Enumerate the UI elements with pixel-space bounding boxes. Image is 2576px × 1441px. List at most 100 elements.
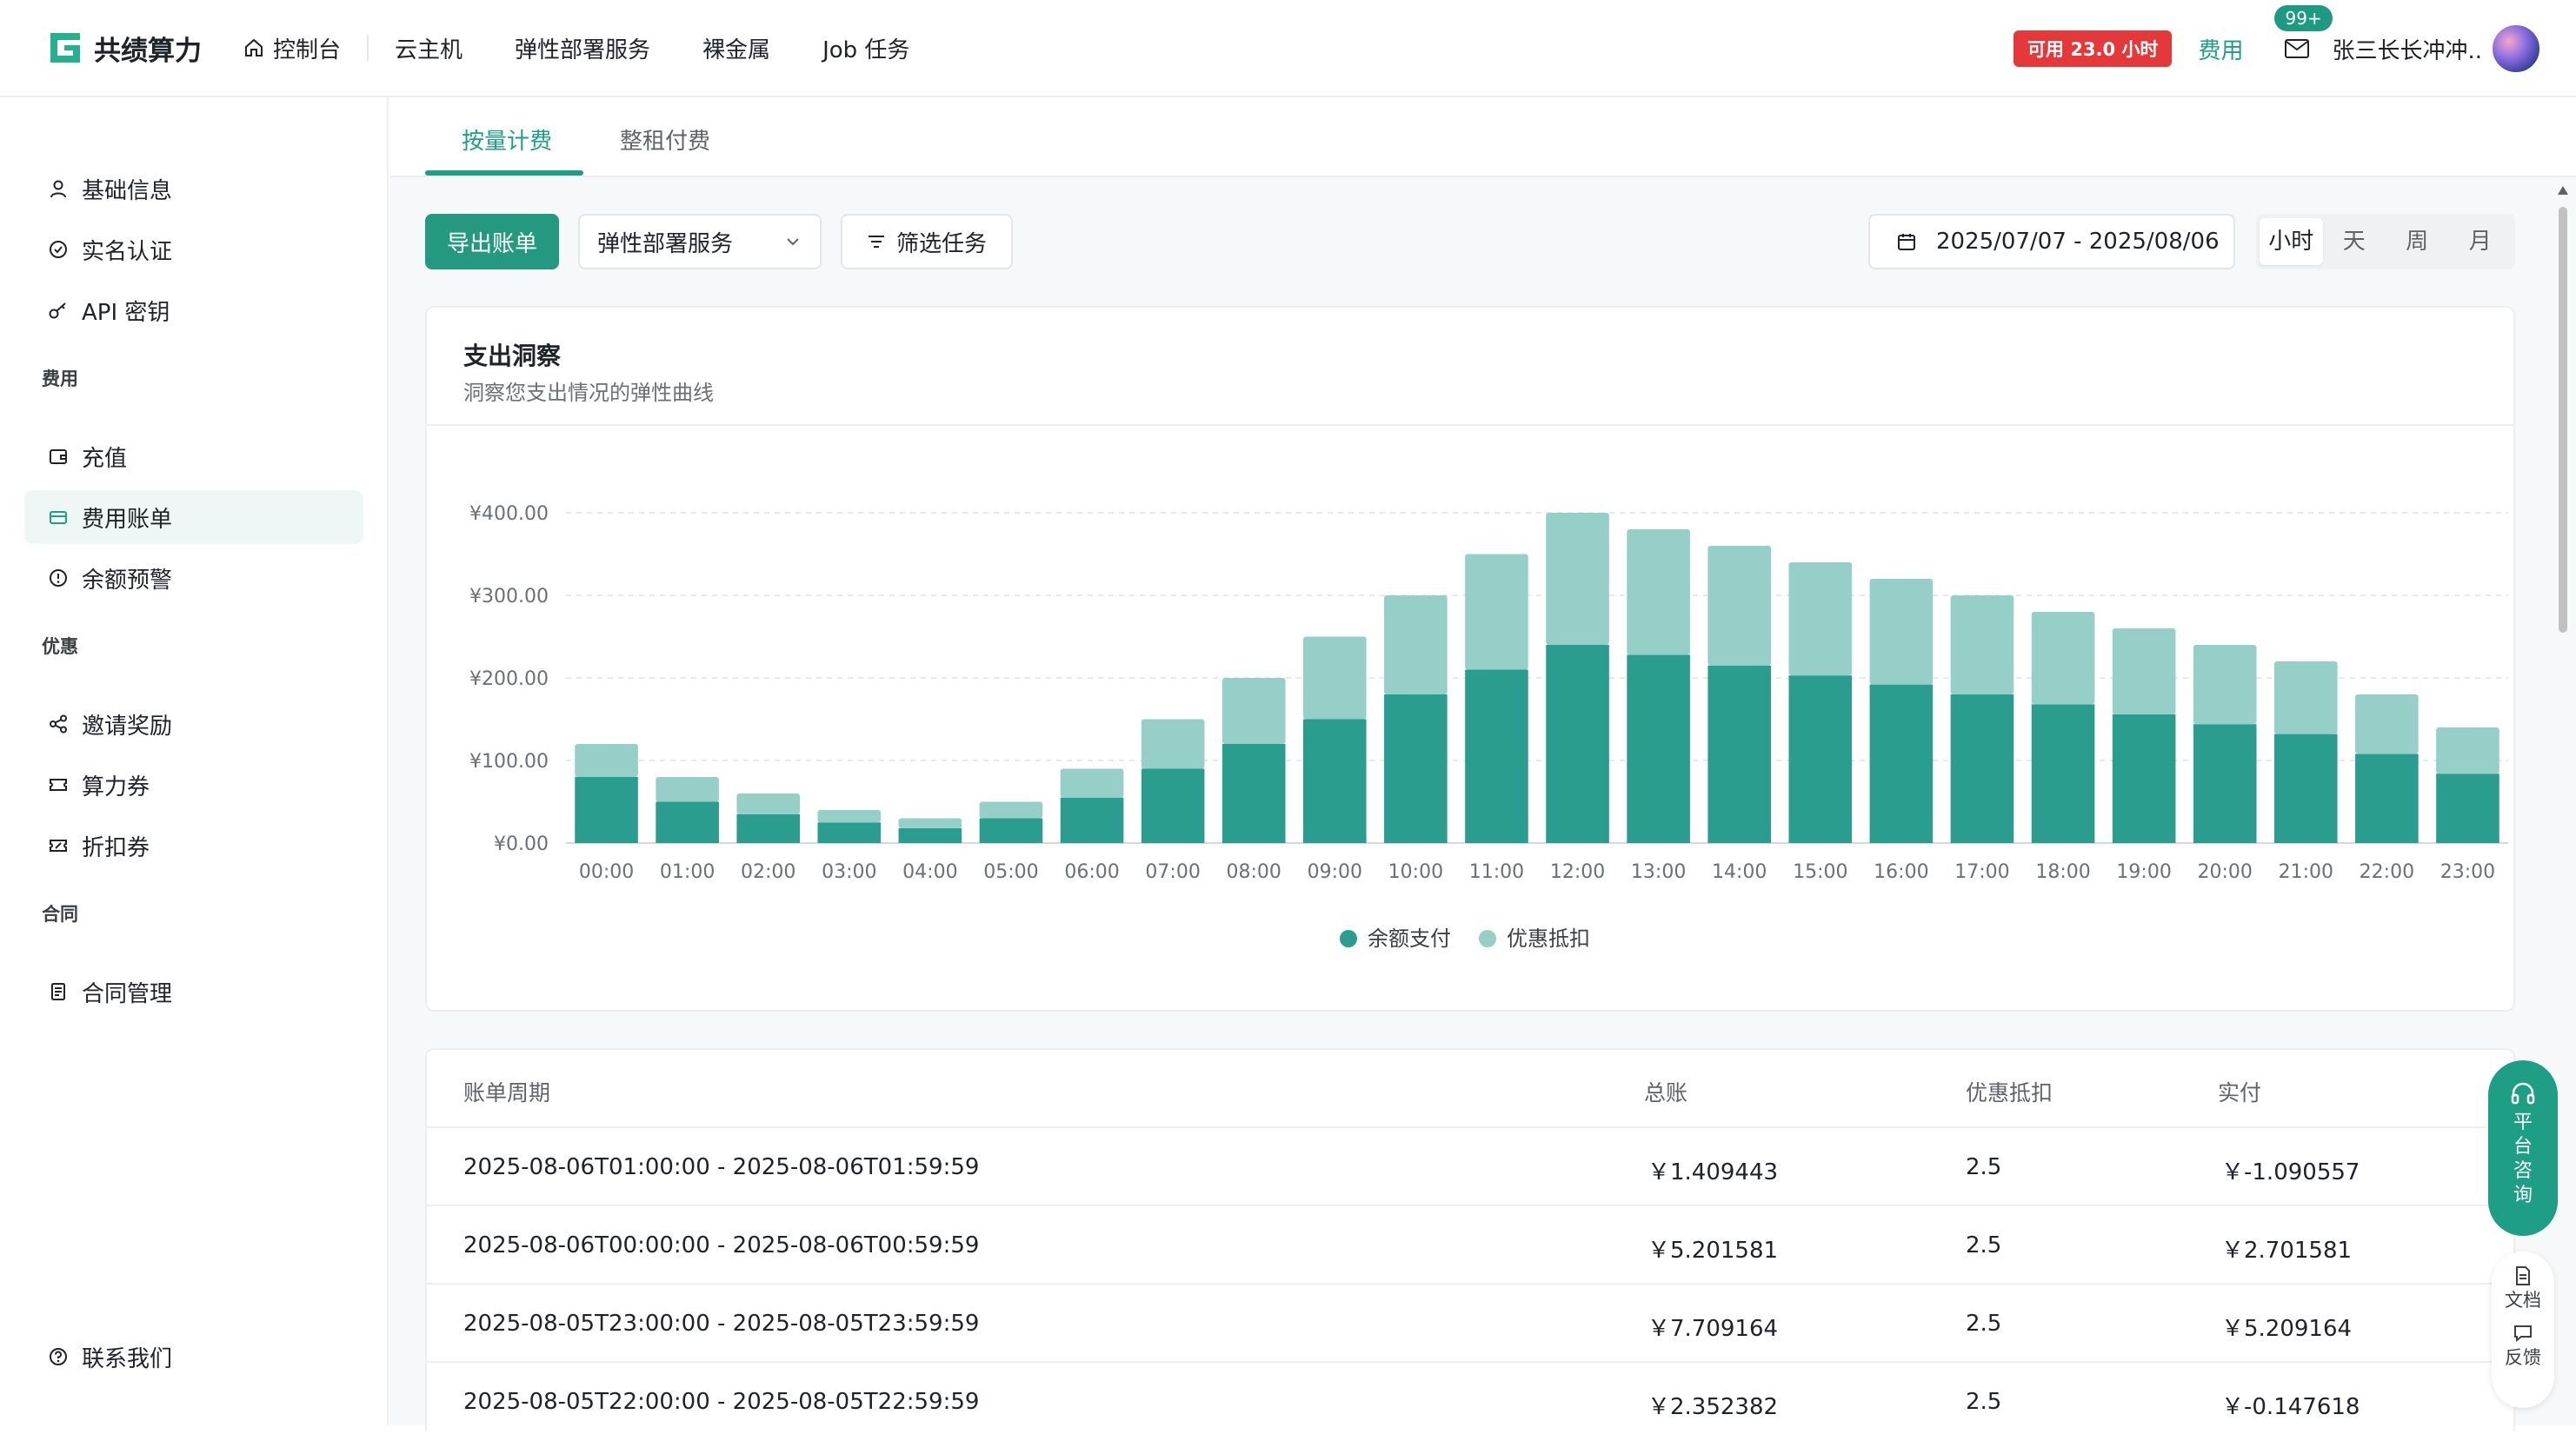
billing-tabs: 按量计费 整租付费 [390, 97, 2576, 177]
scroll-thumb[interactable] [2559, 207, 2567, 633]
logo-text: 共绩算力 [94, 35, 202, 67]
x-tick-label: 22:00 [2360, 861, 2414, 883]
bar-discount [1465, 554, 1528, 670]
docs-button[interactable]: 文档 [2505, 1265, 2541, 1312]
nav-job-tasks[interactable]: Job 任务 [796, 30, 935, 65]
logo[interactable]: 共绩算力 [47, 29, 202, 68]
cell-period: 2025-08-06T00:00:00 - 2025-08-06T00:59:5… [463, 1232, 980, 1258]
y-tick-label: ¥400.00 [469, 503, 549, 525]
granularity-hour[interactable]: 小时 [2260, 218, 2323, 265]
cell-total: ￥7.709164 [1647, 1316, 1779, 1342]
available-hours-badge[interactable]: 可用 23.0 小时 [2014, 30, 2173, 67]
fee-link[interactable]: 费用 [2198, 33, 2243, 65]
bar-balance-payment [979, 818, 1043, 843]
sidebar-item-verification[interactable]: 实名认证 [24, 222, 363, 276]
sidebar-item-invite-rewards[interactable]: 邀请奖励 [24, 697, 363, 751]
calendar-icon [1898, 234, 1915, 250]
granularity-month[interactable]: 月 [2449, 218, 2513, 265]
avatar[interactable] [2491, 23, 2541, 74]
sidebar-item-balance-alert[interactable]: 余额预警 [24, 551, 363, 605]
filter-tasks-button[interactable]: 筛选任务 [841, 214, 1013, 269]
bar-balance-payment [817, 822, 882, 843]
tab-full-rental[interactable]: 整租付费 [620, 123, 710, 156]
sidebar-item-basic-info[interactable]: 基础信息 [24, 162, 363, 216]
consult-char: 平 [2513, 1112, 2533, 1133]
bar-discount [656, 777, 719, 802]
bar-discount [2355, 694, 2419, 754]
home-icon [245, 38, 263, 56]
sidebar-item-label: 实名认证 [82, 238, 173, 265]
page-scrollbar[interactable] [2556, 181, 2570, 1425]
bar-discount [1950, 595, 2014, 694]
sidebar-group-promo: 优惠 [42, 636, 78, 657]
cell-discount: 2.5 [1966, 1154, 2002, 1180]
table-row[interactable]: 2025-08-05T23:00:00 - 2025-08-05T23:59:5… [427, 1285, 2513, 1363]
bar-discount [2436, 727, 2499, 774]
sidebar-item-contact-us[interactable]: 联系我们 [24, 1330, 363, 1384]
tab-pay-as-you-go[interactable]: 按量计费 [462, 123, 552, 156]
table-row[interactable]: 2025-08-06T00:00:00 - 2025-08-06T00:59:5… [427, 1206, 2513, 1285]
legend-marker-balance [1340, 930, 1357, 947]
sidebar-item-compute-voucher[interactable]: 算力券 [24, 758, 363, 812]
bar-balance-payment [2355, 754, 2419, 843]
bar-balance-payment [1950, 694, 2014, 843]
document-icon [2516, 1266, 2530, 1285]
nav-console-label: 控制台 [273, 37, 342, 63]
sidebar-item-api-key[interactable]: API 密钥 [24, 283, 363, 337]
wallet-icon [50, 449, 67, 464]
export-bill-button[interactable]: 导出账单 [425, 214, 559, 269]
bar-discount [1384, 595, 1448, 694]
scroll-up-arrow-icon[interactable] [2558, 186, 2568, 195]
floating-tools: 文档 反馈 [2492, 1252, 2554, 1408]
column-header-discount: 优惠抵扣 [1966, 1080, 2053, 1106]
check-circle-icon [50, 241, 67, 258]
bar-balance-payment [2112, 714, 2176, 843]
nav-bare-metal[interactable]: 裸金属 [676, 30, 796, 65]
granularity-day[interactable]: 天 [2323, 218, 2386, 265]
active-tab-indicator [425, 170, 583, 176]
y-tick-label: ¥200.00 [469, 668, 549, 690]
cell-period: 2025-08-05T22:00:00 - 2025-08-05T22:59:5… [463, 1389, 980, 1415]
mail-count-badge: 99+ [2274, 5, 2333, 31]
granularity-week[interactable]: 周 [2386, 218, 2449, 265]
bar-balance-payment [736, 813, 801, 843]
bar-balance-payment [2193, 724, 2257, 843]
x-tick-label: 13:00 [1631, 861, 1686, 883]
bar-discount [1060, 768, 1124, 798]
nav-cloud-host[interactable]: 云主机 [369, 30, 489, 65]
main-nav: 控制台 云主机 弹性部署服务 裸金属 Job 任务 [243, 30, 935, 65]
service-select[interactable]: 弹性部署服务 [578, 214, 822, 269]
x-tick-label: 04:00 [902, 861, 957, 883]
cell-period: 2025-08-05T23:00:00 - 2025-08-05T23:59:5… [463, 1311, 980, 1337]
cell-period: 2025-08-06T01:00:00 - 2025-08-06T01:59:5… [463, 1154, 980, 1180]
bar-balance-payment [2436, 774, 2499, 843]
nav-elastic-deploy[interactable]: 弹性部署服务 [489, 30, 676, 65]
user-name[interactable]: 张三长长冲冲.. [2332, 33, 2482, 65]
mail-button[interactable]: 99+ [2274, 5, 2333, 64]
sidebar-item-discount-voucher[interactable]: 折扣券 [24, 819, 363, 873]
sidebar-item-label: 余额预警 [82, 567, 173, 594]
bar-balance-payment [1869, 684, 1934, 843]
bar-balance-payment [1384, 694, 1448, 843]
table-row[interactable]: 2025-08-05T22:00:00 - 2025-08-05T22:59:5… [427, 1363, 2513, 1441]
sidebar-item-contract-management[interactable]: 合同管理 [24, 965, 363, 1019]
bar-balance-payment [1302, 719, 1367, 843]
x-tick-label: 08:00 [1227, 861, 1281, 883]
sidebar-item-bills[interactable]: 费用账单 [24, 490, 363, 544]
date-range-picker[interactable]: 2025/07/07 - 2025/08/06 [1868, 214, 2235, 269]
x-tick-label: 06:00 [1064, 861, 1119, 883]
bar-discount [1302, 636, 1367, 720]
date-range-value: 2025/07/07 - 2025/08/06 [1936, 229, 2220, 255]
feedback-button[interactable]: 反馈 [2505, 1323, 2541, 1370]
cell-total: ￥1.409443 [1647, 1159, 1779, 1185]
bar-balance-payment [656, 801, 719, 843]
sidebar-item-recharge[interactable]: 充值 [24, 429, 363, 483]
x-tick-label: 05:00 [983, 861, 1038, 883]
nav-console[interactable]: 控制台 [243, 30, 367, 65]
platform-consult-button[interactable]: 平 台 咨 询 [2488, 1060, 2558, 1236]
bar-balance-payment [1465, 669, 1528, 843]
cell-discount: 2.5 [1966, 1232, 2002, 1258]
alert-circle-icon [50, 569, 67, 587]
table-row[interactable]: 2025-08-06T01:00:00 - 2025-08-06T01:59:5… [427, 1128, 2513, 1206]
sidebar-group-contract: 合同 [42, 904, 78, 925]
